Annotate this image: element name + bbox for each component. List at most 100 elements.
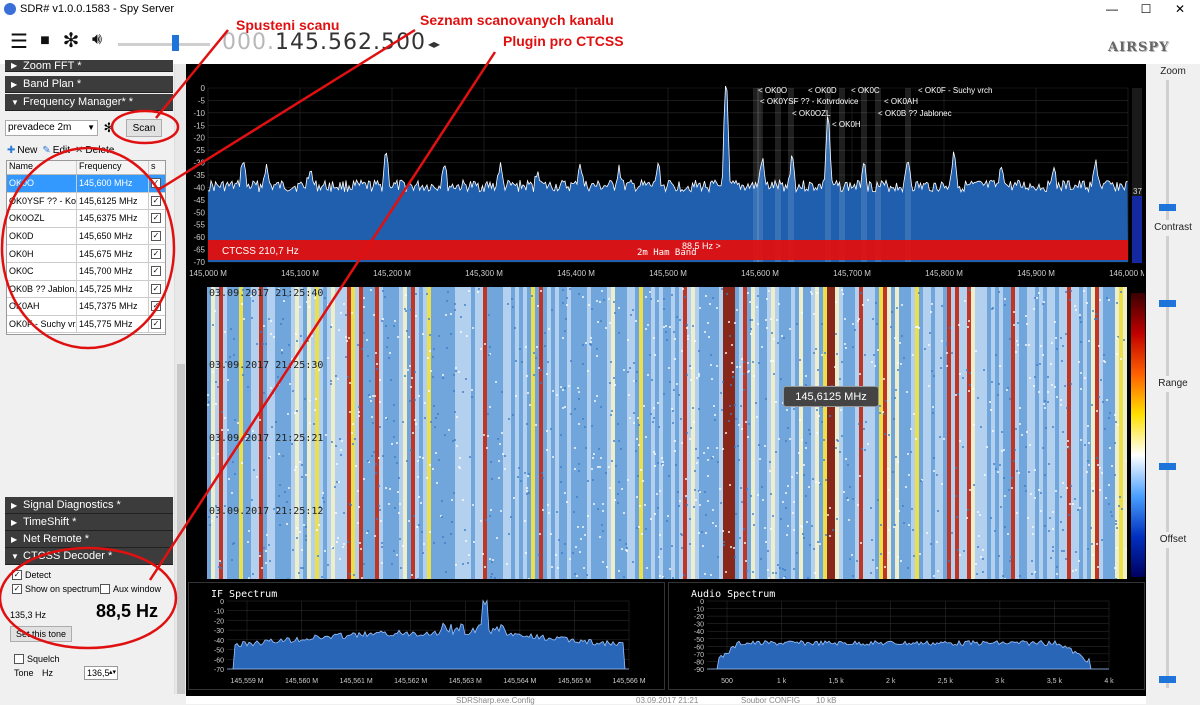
- section-frequency-manager[interactable]: ▼ Frequency Manager* *: [5, 94, 173, 111]
- table-row[interactable]: OK0H 145,675 MHz ✓: [7, 245, 165, 263]
- table-row[interactable]: OK0D 145,650 MHz ✓: [7, 227, 165, 246]
- volume-slider-track[interactable]: [118, 43, 210, 46]
- spectrum-analyzer[interactable]: 0 -5 -10 -15 -20 -25 -30 -35 -40 -45 -50 -55 -60 -65 -…: [188, 68, 1144, 280]
- section-timeshift[interactable]: ▶ TimeShift *: [5, 514, 173, 531]
- cell-scan[interactable]: ✓: [149, 228, 165, 245]
- cell-frequency: 145,6125 MHz: [77, 192, 149, 210]
- cell-frequency: 145,700 MHz: [77, 262, 149, 280]
- gear-icon[interactable]: ✻: [102, 120, 116, 136]
- section-signal-diagnostics[interactable]: ▶ Signal Diagnostics *: [5, 497, 173, 514]
- show-on-spectrum-checkbox[interactable]: ✓ Show on spectrum: [12, 584, 100, 594]
- checkbox-checked: ✓: [151, 301, 161, 312]
- channel-marker-label[interactable]: < OK0YSF ?? - Kotvrdovice: [760, 97, 859, 106]
- checkbox-checked: ✓: [151, 178, 161, 189]
- section-ctcss-decoder[interactable]: ▼ CTCSS Decoder *: [5, 548, 173, 565]
- cell-name: OK0OZL: [7, 210, 77, 227]
- scan-button[interactable]: Scan: [126, 119, 162, 137]
- frequency-step-arrows[interactable]: ◂▸: [428, 37, 440, 51]
- table-row[interactable]: OK0AH 145,7375 MHz ✓: [7, 298, 165, 316]
- column-header-scan[interactable]: s: [149, 161, 165, 174]
- section-zoom-fft[interactable]: ▶ Zoom FFT *: [5, 60, 173, 72]
- annotation-scan-start: Spusteni scanu: [236, 17, 340, 33]
- range-slider-track[interactable]: [1166, 392, 1169, 532]
- waterfall-timestamp: 03.09.2017 21:25:40: [209, 288, 324, 299]
- channel-marker-label[interactable]: < OK0OZL: [792, 109, 831, 118]
- table-row[interactable]: OK0B ?? Jablon... 145,725 MHz ✓: [7, 280, 165, 299]
- volume-slider-thumb[interactable]: [172, 35, 179, 51]
- frequency-display[interactable]: 000.145.562.500: [222, 30, 426, 55]
- cell-name: OK0C: [7, 262, 77, 280]
- db-tick-label: -40: [214, 638, 224, 645]
- section-label: TimeShift *: [23, 516, 77, 528]
- table-row[interactable]: OK0O 145,600 MHz ✓: [7, 175, 165, 193]
- section-label: Signal Diagnostics *: [23, 499, 121, 511]
- cell-scan[interactable]: ✓: [149, 298, 165, 315]
- zoom-label: Zoom: [1160, 66, 1186, 77]
- freq-tick-label: 4 k: [1104, 678, 1114, 685]
- channel-marker-label[interactable]: < OK0B ?? Jablonec: [878, 109, 952, 118]
- cell-scan[interactable]: ✓: [149, 316, 165, 333]
- cell-name: OK0AH: [7, 298, 77, 315]
- channel-marker-label[interactable]: < OK0F - Suchy vrch: [918, 86, 992, 95]
- offset-slider-thumb[interactable]: [1159, 676, 1176, 683]
- channel-marker-label[interactable]: < OK0AH: [884, 97, 918, 106]
- section-net-remote[interactable]: ▶ Net Remote *: [5, 531, 173, 548]
- table-row[interactable]: OK0YSF ?? - Ko... 145,6125 MHz ✓: [7, 192, 165, 211]
- cell-scan[interactable]: ✓: [149, 210, 165, 227]
- waterfall-display[interactable]: [207, 287, 1127, 579]
- window-title: SDR# v1.0.0.1583 - Spy Server: [20, 3, 175, 15]
- menu-icon[interactable]: ☰: [8, 30, 30, 53]
- channel-marker-label[interactable]: < OK0D: [808, 86, 837, 95]
- db-tick-label: -55: [193, 221, 205, 230]
- delete-button[interactable]: ✕ Delete: [75, 145, 114, 156]
- db-tick-label: -20: [694, 614, 704, 621]
- cell-scan[interactable]: ✓: [149, 245, 165, 262]
- detect-checkbox[interactable]: ✓ Detect: [12, 570, 51, 580]
- cell-scan[interactable]: ✓: [149, 193, 165, 210]
- checkbox-checked: ✓: [151, 319, 161, 330]
- channel-marker-label[interactable]: < OK0O: [758, 86, 787, 95]
- scrollbar-thumb[interactable]: [177, 364, 185, 694]
- left-panel-scrollbar[interactable]: [174, 64, 186, 694]
- speaker-icon[interactable]: 🔊︎: [86, 29, 108, 51]
- frequency-value: 145.562.500: [274, 30, 426, 55]
- set-tone-button[interactable]: Set this tone: [10, 626, 72, 642]
- table-row[interactable]: OK0F - Suchy vr... 145,775 MHz ✓: [7, 315, 165, 334]
- if-spectrum-panel[interactable]: 0 -10 -20 -30 -40 -50 -60 -70 145,559 M 145,560 M…: [188, 582, 665, 690]
- offset-slider-track[interactable]: [1166, 548, 1169, 688]
- cell-scan[interactable]: ✓: [149, 175, 165, 192]
- new-button[interactable]: ✚ New: [7, 145, 37, 156]
- checkbox-checked: ✓: [12, 570, 22, 580]
- zoom-slider-track[interactable]: [1166, 80, 1169, 220]
- freq-tick-label: 145,500 M: [649, 269, 687, 278]
- contrast-slider-thumb[interactable]: [1159, 300, 1176, 307]
- table-row[interactable]: OK0C 145,700 MHz ✓: [7, 262, 165, 281]
- background-file-row: SDRSharp.exe.Config 03.09.2017 21:21 Sou…: [186, 696, 1146, 705]
- expand-icon: ▶: [11, 61, 18, 70]
- close-button[interactable]: ✕: [1158, 0, 1200, 18]
- audio-spectrum-panel[interactable]: 0 -10 -20 -30 -40 -50 -60 -70 -80 -90 500 1 k 1,5 k 2…: [668, 582, 1145, 690]
- expand-icon: ▶: [11, 534, 18, 544]
- checkbox-checked: ✓: [151, 213, 161, 224]
- column-header-name[interactable]: Name: [7, 161, 77, 174]
- cell-scan[interactable]: ✓: [149, 281, 165, 298]
- group-select[interactable]: prevadece 2m ▼: [5, 120, 98, 136]
- stop-icon[interactable]: ■: [36, 30, 54, 52]
- edit-button[interactable]: ✎ Edit: [42, 145, 70, 156]
- squelch-checkbox[interactable]: Squelch: [14, 654, 60, 664]
- channel-marker-label[interactable]: < OK0H: [832, 120, 861, 129]
- db-tick-label: -20: [214, 618, 224, 625]
- table-row[interactable]: OK0OZL 145,6375 MHz ✓: [7, 210, 165, 228]
- audio-spectrum-title: Audio Spectrum: [691, 589, 776, 600]
- column-header-frequency[interactable]: Frequency: [77, 161, 149, 174]
- freq-tick-label: 145,562 M: [394, 678, 427, 685]
- db-tick-label: -90: [694, 667, 704, 674]
- zoom-slider-thumb[interactable]: [1159, 204, 1176, 211]
- section-band-plan[interactable]: ▶ Band Plan *: [5, 76, 173, 93]
- gear-icon[interactable]: ✻: [60, 29, 82, 52]
- cell-scan[interactable]: ✓: [149, 263, 165, 280]
- range-slider-thumb[interactable]: [1159, 463, 1176, 470]
- channel-marker-label[interactable]: < OK0C: [851, 86, 880, 95]
- aux-window-checkbox[interactable]: Aux window: [100, 584, 161, 594]
- tone-stepper[interactable]: 136,5 ▴▾: [84, 666, 118, 680]
